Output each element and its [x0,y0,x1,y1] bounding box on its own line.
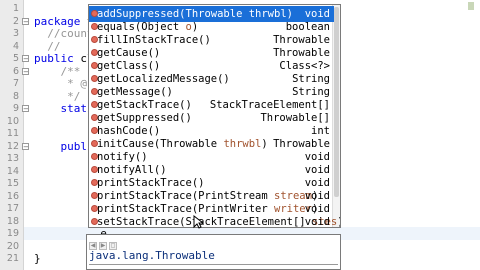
fold-toggle-icon[interactable]: − [22,17,29,25]
line-number: 5 [12,53,19,64]
javadoc-title: java.lang.Throwable [89,249,215,262]
line-number: 14 [6,165,19,177]
code-line[interactable]: publi [34,140,94,153]
line-number: 17 [6,203,19,214]
javadoc-separator [89,264,338,265]
line-number: 7 [12,78,19,89]
fold-toggle-icon[interactable]: − [22,142,29,150]
line-number: 21 [6,253,19,264]
line-number: 9 [12,103,19,114]
error-stripe-marker[interactable] [468,2,474,10]
completion-item[interactable]: setStackTrace(StackTraceElement[] stes)v… [89,214,340,228]
javadoc-popup: ◀ ▶ ◻ java.lang.Throwable [86,234,341,270]
javadoc-toolbar: ◀ ▶ ◻ [89,237,119,250]
code-completion-popup[interactable]: addSuppressed(Throwable thrwbl) void equal… [88,4,341,228]
code-line[interactable]: stati [34,103,94,115]
line-number: 3 [12,28,19,39]
line-number: 19 [6,228,19,239]
fold-toggle-icon[interactable]: − [22,105,29,113]
return-type: void [304,216,330,228]
fold-toggle-icon[interactable]: − [22,55,29,63]
line-number: 15 [6,178,19,189]
code-line[interactable]: // [34,40,60,53]
line-number: 16 [6,190,19,202]
line-number: 11 [6,128,19,139]
completion-scroll-thumb[interactable] [334,7,339,197]
line-number: 13 [6,153,19,164]
line-number: 20 [6,240,19,252]
line-number: 2 [12,15,19,27]
code-line[interactable]: /** [34,65,80,78]
line-number: 6 [12,65,19,77]
code-line[interactable]: } [34,253,41,265]
line-number-gutter: 1 2 3 4 5 6 7 8 9 10 11 12 13 14 15 16 17 18 19 20 21 [0,0,24,270]
code-line[interactable]: */ [34,90,80,103]
line-number: 8 [12,90,19,102]
line-number: 1 [12,3,19,14]
line-number: 12 [6,140,19,152]
fold-toggle-icon[interactable]: − [22,67,29,75]
mouse-pointer-icon [193,215,203,229]
line-number: 18 [6,215,19,227]
line-number: 4 [12,40,19,52]
line-number: 10 [6,115,19,127]
